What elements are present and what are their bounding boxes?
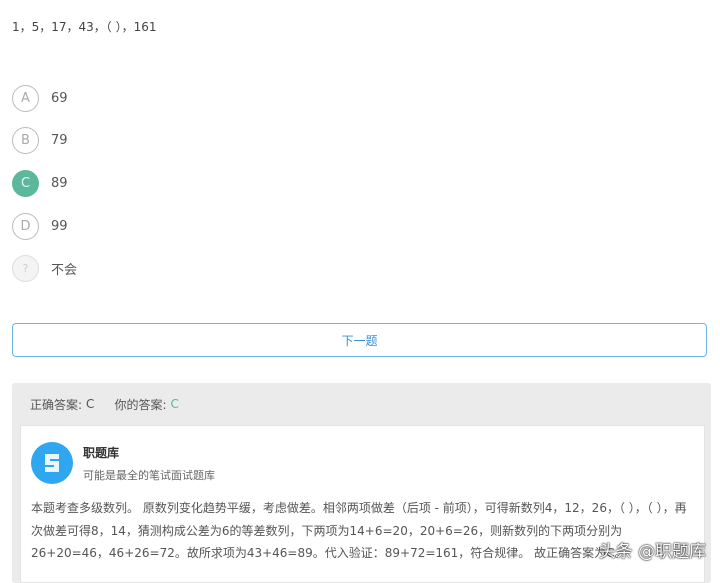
option-letter: A [12, 85, 39, 112]
question-text: 1，5，17，43，（ ），161 [12, 20, 157, 34]
explanation-text: 本题考查多级数列。 原数列变化趋势平缓，考虑做差。相邻两项做差（后项 - 前项）… [31, 501, 687, 560]
your-answer-label: 你的答案: [114, 397, 167, 412]
option-letter: B [12, 127, 39, 154]
option-c[interactable]: C 89 [12, 170, 68, 197]
source-tagline: 可能是最全的笔试面试题库 [83, 469, 215, 482]
correct-answer-label: 正确答案: [30, 397, 83, 412]
watermark: 头条 @职题库 [598, 542, 706, 562]
question-mark-icon: ? [12, 255, 39, 282]
next-question-button[interactable]: 下一题 [12, 323, 707, 357]
answer-header: 正确答案: C 你的答案: C [12, 383, 711, 425]
source-name: 职题库 [83, 446, 120, 460]
option-letter: C [12, 170, 39, 197]
option-text: 89 [51, 176, 68, 191]
option-text: 69 [51, 91, 68, 106]
option-letter: D [12, 213, 39, 240]
correct-answer-value: C [86, 397, 95, 411]
option-unknown[interactable]: ? 不会 [12, 255, 77, 282]
source-logo-icon [31, 442, 73, 484]
your-answer-value: C [170, 397, 179, 411]
option-text: 79 [51, 133, 68, 148]
option-b[interactable]: B 79 [12, 127, 68, 154]
option-d[interactable]: D 99 [12, 213, 68, 240]
option-a[interactable]: A 69 [12, 85, 68, 112]
option-text: 不会 [51, 263, 78, 278]
option-text: 99 [51, 219, 68, 234]
